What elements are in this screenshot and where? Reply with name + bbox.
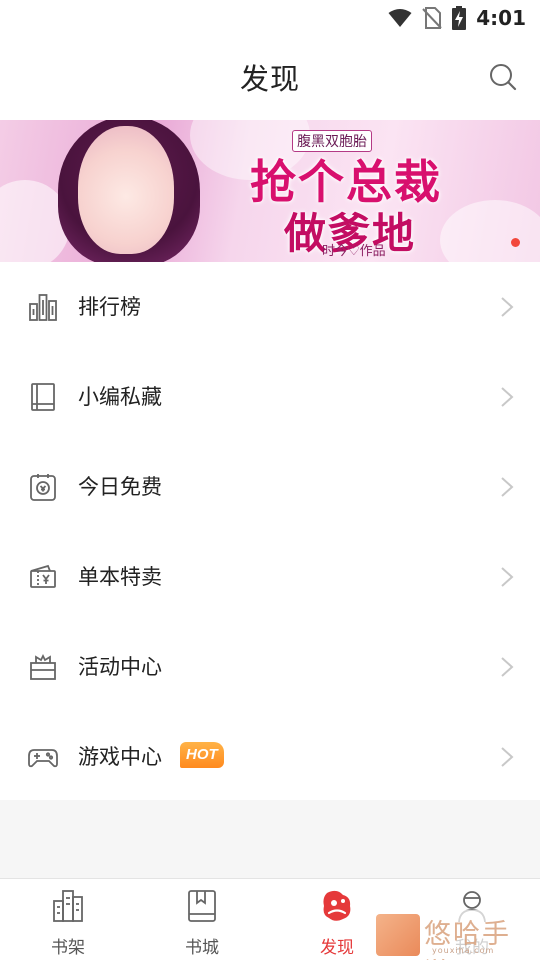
menu-item-label: 游戏中心 [78, 745, 162, 769]
banner-decoration [440, 200, 540, 262]
menu-item-label: 活动中心 [78, 655, 162, 679]
chevron-right-icon [501, 747, 514, 767]
tab-label: 书架 [51, 938, 85, 958]
chevron-right-icon [501, 297, 514, 317]
menu-item-label: 排行榜 [78, 295, 141, 319]
menu-item-label: 单本特卖 [78, 565, 162, 589]
ranking-icon [29, 294, 57, 321]
tab-label: 书城 [185, 938, 219, 958]
menu-item-game-center[interactable]: 游戏中心 HOT [0, 712, 540, 802]
banner-character-face [78, 126, 174, 254]
gift-icon [30, 653, 56, 680]
watermark-url: youxiha.com [432, 946, 495, 955]
chevron-right-icon [501, 477, 514, 497]
discover-icon [323, 890, 351, 921]
menu-item-label: 今日免费 [78, 475, 162, 499]
tab-discover[interactable]: 发现 [297, 887, 377, 958]
tab-label: 发现 [320, 938, 354, 958]
header: 发现 [0, 36, 540, 120]
no-sim-icon [422, 7, 442, 29]
menu-item-editor-picks[interactable]: 小编私藏 [0, 352, 540, 442]
watermark: 悠哈手游 youxiha.com [372, 910, 538, 960]
menu-item-label: 小编私藏 [78, 385, 162, 409]
ticket-icon [30, 564, 56, 588]
bookshelf-icon [53, 890, 83, 922]
chevron-right-icon [501, 567, 514, 587]
wifi-icon [388, 9, 412, 27]
tab-bookstore[interactable]: 书城 [162, 887, 242, 958]
status-time: 4:01 [476, 6, 526, 30]
menu-item-free-today[interactable]: 今日免费 [0, 442, 540, 532]
gamepad-icon [28, 749, 58, 768]
hot-badge: HOT [180, 742, 224, 768]
empty-area [0, 800, 540, 880]
chevron-right-icon [501, 387, 514, 407]
book-icon [31, 383, 55, 411]
menu-item-ranking[interactable]: 排行榜 [0, 262, 540, 352]
banner-author: 时今♡作品 [322, 244, 386, 259]
tab-bookshelf[interactable]: 书架 [28, 887, 108, 958]
battery-charging-icon [452, 6, 467, 30]
page-title: 发现 [239, 62, 300, 96]
search-icon[interactable] [488, 62, 518, 92]
status-bar: 4:01 [0, 0, 540, 36]
promo-banner[interactable]: 腹黑双胞胎 抢个总裁 做爹地 时今♡作品 [0, 120, 540, 262]
watermark-logo-icon [376, 914, 420, 956]
free-coupon-icon [30, 474, 56, 501]
status-icons: 4:01 [388, 5, 526, 31]
menu-item-single-sale[interactable]: 单本特卖 [0, 532, 540, 622]
bookstore-icon [188, 890, 216, 922]
banner-page-indicator[interactable] [511, 238, 520, 247]
menu-item-events[interactable]: 活动中心 [0, 622, 540, 712]
discover-menu: 排行榜 小编私藏 今日免费 单本特卖 活动中心 游戏中心 HOT [0, 262, 540, 802]
chevron-right-icon [501, 657, 514, 677]
